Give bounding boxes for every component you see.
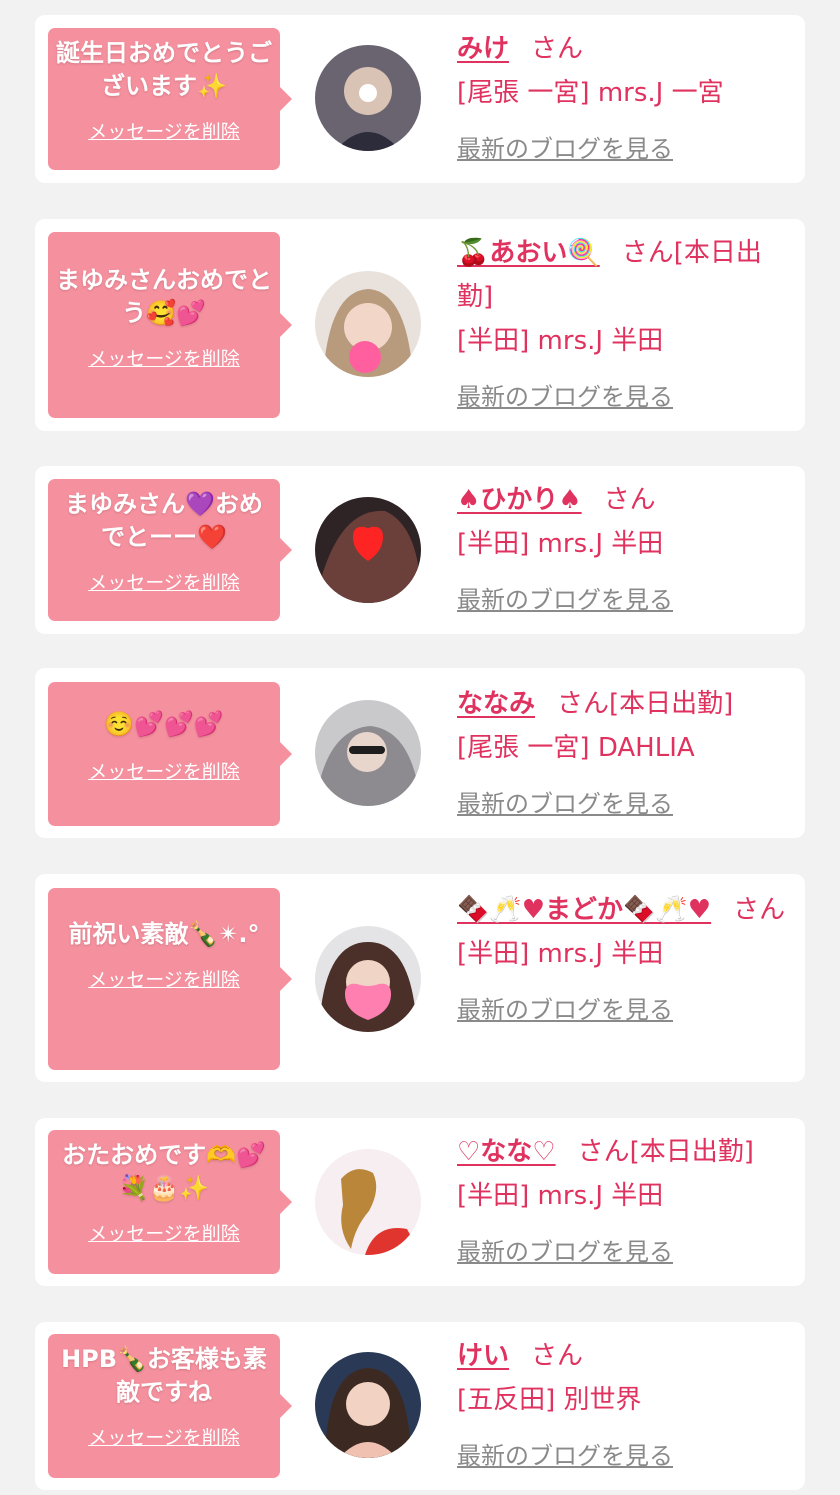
user-name-link[interactable]: 🍫🥂♥まどか🍫🥂♥ [457, 895, 711, 925]
shop-name: [尾張 一宮] mrs.J 一宮 [457, 78, 724, 108]
message-text: おたおめです🫶💕💐🎂✨ [62, 1141, 266, 1202]
view-latest-blog-link[interactable]: 最新のブログを見る [457, 1434, 673, 1478]
shop-name: [半田] mrs.J 半田 [457, 939, 664, 969]
delete-message-link[interactable]: メッセージを削除 [88, 568, 240, 595]
message-text: 前祝い素敵🍾✴︎.° [68, 920, 260, 948]
honorific: さん [733, 895, 786, 925]
message-card: まゆみさん💜おめでとーー❤️ メッセージを削除 ♠ひかり♠ さん [半田] mrs… [35, 466, 805, 634]
shop-name: [五反田] 別世界 [457, 1385, 642, 1415]
user-info: ♠ひかり♠ さん [半田] mrs.J 半田 最新のブログを見る [457, 478, 797, 622]
avatar[interactable] [315, 1352, 421, 1458]
user-name-link[interactable]: けい [457, 1341, 509, 1371]
message-card: まゆみさんおめでとう🥰💕 メッセージを削除 🍒あおい🍭 さん[本日出勤] [半田]… [35, 219, 805, 431]
user-info: ♡なな♡ さん[本日出勤] [半田] mrs.J 半田 最新のブログを見る [457, 1130, 797, 1274]
message-bubble: まゆみさん💜おめでとーー❤️ メッセージを削除 [48, 479, 292, 621]
delete-message-link[interactable]: メッセージを削除 [88, 1423, 240, 1450]
user-name-link[interactable]: 🍒あおい🍭 [457, 238, 600, 268]
user-name-link[interactable]: ななみ [457, 689, 535, 719]
message-card: 誕生日おめでとうございます✨ メッセージを削除 みけ さん [尾張 一宮] mrs… [35, 15, 805, 183]
shop-name: [尾張 一宮] DAHLIA [457, 733, 695, 763]
message-card: 前祝い素敵🍾✴︎.° メッセージを削除 🍫🥂♥まどか🍫🥂♥ さん [半田] mrs… [35, 874, 805, 1082]
honorific: さん [577, 1137, 630, 1167]
message-bubble: おたおめです🫶💕💐🎂✨ メッセージを削除 [48, 1130, 292, 1274]
view-latest-blog-link[interactable]: 最新のブログを見る [457, 782, 673, 826]
view-latest-blog-link[interactable]: 最新のブログを見る [457, 1230, 673, 1274]
work-status: [本日出勤] [609, 689, 734, 719]
avatar[interactable] [315, 45, 421, 151]
honorific: さん [621, 238, 674, 268]
message-text: まゆみさんおめでとう🥰💕 [56, 266, 272, 327]
delete-message-link[interactable]: メッセージを削除 [88, 117, 240, 144]
user-name-link[interactable]: ♡なな♡ [457, 1137, 556, 1167]
delete-message-link[interactable]: メッセージを削除 [88, 1219, 240, 1246]
view-latest-blog-link[interactable]: 最新のブログを見る [457, 375, 673, 419]
honorific: さん [557, 689, 610, 719]
honorific: さん [603, 485, 656, 515]
avatar[interactable] [315, 700, 421, 806]
delete-message-link[interactable]: メッセージを削除 [88, 344, 240, 371]
delete-message-link[interactable]: メッセージを削除 [88, 757, 240, 784]
delete-message-link[interactable]: メッセージを削除 [88, 965, 240, 992]
avatar[interactable] [315, 926, 421, 1032]
message-bubble: HPB🍾お客様も素敵ですね メッセージを削除 [48, 1334, 292, 1478]
shop-name: [半田] mrs.J 半田 [457, 326, 664, 356]
message-card: おたおめです🫶💕💐🎂✨ メッセージを削除 ♡なな♡ さん[本日出勤] [半田] m… [35, 1118, 805, 1286]
user-info: けい さん [五反田] 別世界 最新のブログを見る [457, 1334, 797, 1478]
message-bubble: ☺️💕💕💕 メッセージを削除 [48, 682, 292, 826]
message-card: HPB🍾お客様も素敵ですね メッセージを削除 けい さん [五反田] 別世界 最新… [35, 1322, 805, 1490]
message-text: HPB🍾お客様も素敵ですね [61, 1345, 267, 1406]
shop-name: [半田] mrs.J 半田 [457, 1181, 664, 1211]
message-text: まゆみさん💜おめでとーー❤️ [65, 490, 263, 551]
avatar[interactable] [315, 497, 421, 603]
view-latest-blog-link[interactable]: 最新のブログを見る [457, 127, 673, 171]
honorific: さん [531, 1341, 584, 1371]
message-text: ☺️💕💕💕 [104, 710, 224, 738]
view-latest-blog-link[interactable]: 最新のブログを見る [457, 578, 673, 622]
message-bubble: まゆみさんおめでとう🥰💕 メッセージを削除 [48, 232, 292, 418]
honorific: さん [531, 34, 584, 64]
shop-name: [半田] mrs.J 半田 [457, 529, 664, 559]
message-bubble: 前祝い素敵🍾✴︎.° メッセージを削除 [48, 888, 292, 1070]
message-card: ☺️💕💕💕 メッセージを削除 ななみ さん[本日出勤] [尾張 一宮] DAHLI… [35, 668, 805, 838]
user-info: 🍫🥂♥まどか🍫🥂♥ さん [半田] mrs.J 半田 最新のブログを見る [457, 888, 797, 1032]
user-name-link[interactable]: ♠ひかり♠ [457, 485, 582, 515]
avatar[interactable] [315, 1149, 421, 1255]
user-info: 🍒あおい🍭 さん[本日出勤] [半田] mrs.J 半田 最新のブログを見る [457, 231, 797, 419]
user-info: ななみ さん[本日出勤] [尾張 一宮] DAHLIA 最新のブログを見る [457, 682, 797, 826]
work-status: [本日出勤] [629, 1137, 754, 1167]
message-text: 誕生日おめでとうございます✨ [56, 39, 272, 100]
user-info: みけ さん [尾張 一宮] mrs.J 一宮 最新のブログを見る [457, 27, 797, 171]
message-bubble: 誕生日おめでとうございます✨ メッセージを削除 [48, 28, 292, 170]
avatar[interactable] [315, 271, 421, 377]
view-latest-blog-link[interactable]: 最新のブログを見る [457, 988, 673, 1032]
user-name-link[interactable]: みけ [457, 34, 509, 64]
